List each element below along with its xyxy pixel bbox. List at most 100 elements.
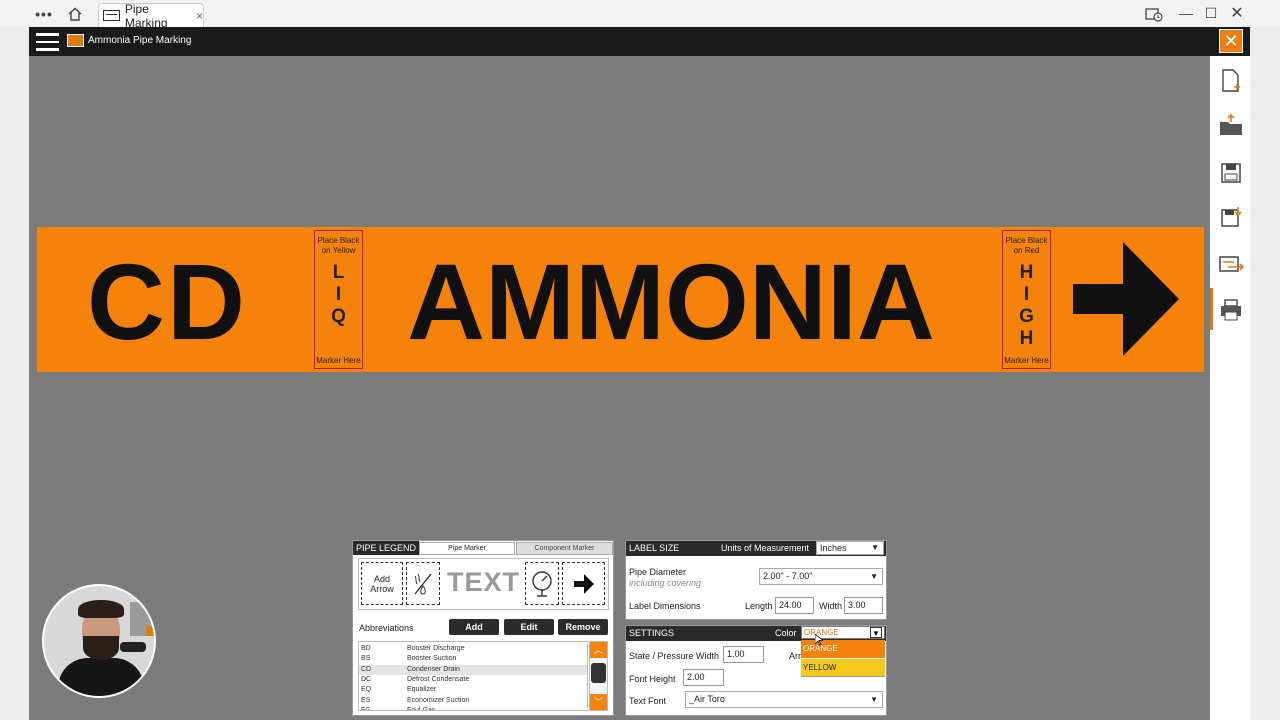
left-tag-letter: L	[332, 262, 345, 283]
webcam-overlay	[42, 584, 156, 698]
presenter-body	[58, 658, 144, 696]
list-item[interactable]: EQ Equalizer	[359, 685, 587, 695]
arrow-symbol-button[interactable]	[562, 562, 605, 605]
right-toolbar: ✕	[1210, 29, 1250, 720]
tab-pipe-marker[interactable]: Pipe Marker	[419, 542, 515, 555]
presenter-beard	[83, 636, 119, 660]
abbreviations-label: Abbreviations	[359, 623, 414, 633]
home-icon[interactable]	[64, 3, 86, 25]
list-item[interactable]: ES Economizer Suction	[359, 696, 587, 706]
color-option-yellow[interactable]: YELLOW	[801, 659, 885, 677]
edit-abbreviation-button[interactable]: Edit	[504, 619, 554, 635]
abbreviation-code: DC	[361, 675, 372, 683]
add-abbreviation-button[interactable]: Add	[449, 619, 499, 635]
tab-component-marker[interactable]: Component Marker	[516, 542, 613, 555]
left-tag-letter: I	[335, 284, 342, 305]
hamburger-menu-icon[interactable]	[36, 32, 59, 51]
app-header: Ammonia Pipe Marking	[29, 27, 1250, 56]
list-item[interactable]: DC Defrost Condensate	[359, 675, 587, 685]
abbreviations-list[interactable]: BD Booster Discharge BS Booster Suction CD Co…	[358, 641, 588, 711]
minimize-icon[interactable]: —	[1176, 4, 1196, 22]
label-size-title: LABEL SIZE	[629, 543, 680, 553]
remove-abbreviation-button[interactable]: Remove	[558, 619, 608, 635]
presenter-hair	[78, 600, 124, 618]
abbreviation-name: Condenser Drain	[407, 665, 460, 673]
text-insert-button[interactable]: TEXT	[447, 567, 520, 598]
abbreviation-code: CD	[361, 665, 372, 673]
background-light	[146, 626, 154, 636]
text-font-select[interactable]: _Air Toro ▼	[685, 691, 883, 708]
list-item[interactable]: BS Booster Suction	[359, 654, 587, 664]
add-arrow-text: Add	[373, 573, 390, 584]
tab-pipe-marking[interactable]: Pipe Marking ×	[98, 2, 204, 30]
pipe-legend-title: PIPE LEGEND	[353, 541, 419, 555]
color-option-orange[interactable]: ORANGE	[801, 640, 885, 658]
save-as-icon[interactable]	[1220, 206, 1244, 230]
maximize-icon[interactable]: ☐	[1201, 4, 1221, 22]
chevron-down-icon: ▼	[871, 543, 879, 552]
app-logo-icon	[67, 34, 84, 47]
units-value: Inches	[820, 543, 847, 553]
hazard-symbol-button[interactable]	[406, 562, 440, 605]
left-tag-letter: Q	[331, 306, 346, 327]
color-label: Color	[775, 628, 797, 638]
gauge-symbol-button[interactable]	[525, 562, 559, 605]
left-tag-bottom: Marker Here	[316, 356, 361, 365]
width-input[interactable]: 3.00	[844, 597, 883, 614]
export-icon[interactable]	[1218, 254, 1245, 278]
scroll-down-icon[interactable]: ﹀	[590, 694, 607, 710]
font-height-input[interactable]: 2.00	[683, 669, 724, 686]
font-height-label: Font Height	[629, 674, 676, 684]
list-item[interactable]: FG Foul Gas	[359, 706, 587, 711]
abbreviation-name: Foul Gas	[407, 706, 436, 711]
print-icon[interactable]	[1219, 298, 1243, 322]
label-size-panel: LABEL SIZE Units of Measurement Inches ▼…	[625, 540, 887, 620]
list-item[interactable]: BD Booster Discharge	[359, 644, 587, 654]
right-tag-letter: H	[1019, 262, 1034, 283]
abbreviation-code: EQ	[361, 686, 372, 694]
right-tag-placeholder: Place Black on Red H I G H Marker Here	[1002, 230, 1051, 369]
units-select[interactable]: Inches ▼	[816, 541, 884, 555]
save-icon[interactable]	[1220, 162, 1242, 184]
right-tag-bottom: Marker Here	[1004, 356, 1049, 365]
list-item[interactable]: CD Condenser Drain	[359, 664, 587, 675]
settings-title: SETTINGS	[629, 628, 675, 638]
close-app-button[interactable]: ✕	[1219, 29, 1243, 53]
right-tag-letter: I	[1023, 284, 1030, 305]
state-pressure-input[interactable]: 1.00	[723, 646, 764, 663]
left-tag-top-1: Place Black	[317, 236, 360, 245]
arrow-label: Arr	[789, 651, 801, 661]
toolbar-active-indicator	[1210, 288, 1213, 330]
chevron-down-icon: ▼	[870, 627, 882, 638]
pipe-diameter-label: Pipe Diameter	[629, 567, 687, 577]
microphone-icon	[120, 642, 146, 652]
open-folder-icon[interactable]	[1218, 113, 1244, 138]
text-font-label: Text Font	[629, 696, 667, 706]
tab-close-button[interactable]: ×	[196, 9, 203, 23]
abbreviation-code: BS	[361, 655, 371, 663]
pipe-diameter-value: 2.00" - 7.00"	[763, 571, 813, 581]
abbreviation-name: Booster Suction	[407, 655, 457, 663]
scroll-thumb[interactable]	[591, 663, 606, 683]
pipe-diameter-select[interactable]: 2.00" - 7.00" ▼	[759, 568, 883, 585]
right-tag-letter: H	[1019, 328, 1034, 349]
width-label: Width	[819, 601, 843, 611]
abbreviation-name: Equalizer	[407, 686, 437, 694]
more-dots-icon[interactable]: •••	[32, 4, 56, 24]
new-file-icon[interactable]	[1220, 69, 1242, 93]
length-input[interactable]: 24.00	[775, 597, 814, 614]
pipe-icon	[103, 10, 120, 21]
color-select[interactable]: ORANGE ▼	[801, 626, 885, 639]
browser-titlebar: ••• Pipe Marking × — ☐ ✕	[0, 0, 1280, 30]
canvas-area	[29, 56, 1210, 720]
scroll-up-icon[interactable]: ︿	[590, 642, 607, 658]
extension-icon[interactable]	[1143, 4, 1165, 24]
window-close-icon[interactable]: ✕	[1227, 4, 1247, 22]
pipe-marker-preview[interactable]: CD Place Black on Yellow L I Q Marker He…	[37, 227, 1204, 372]
marker-abbreviation: CD	[87, 241, 247, 362]
abbreviation-code: BD	[361, 645, 371, 652]
add-arrow-button[interactable]: Add Arrow	[361, 562, 403, 605]
chevron-down-icon: ▼	[870, 572, 878, 581]
list-scrollbar[interactable]: ︿ ﹀	[589, 641, 608, 711]
label-dimensions-label: Label Dimensions	[629, 601, 701, 611]
